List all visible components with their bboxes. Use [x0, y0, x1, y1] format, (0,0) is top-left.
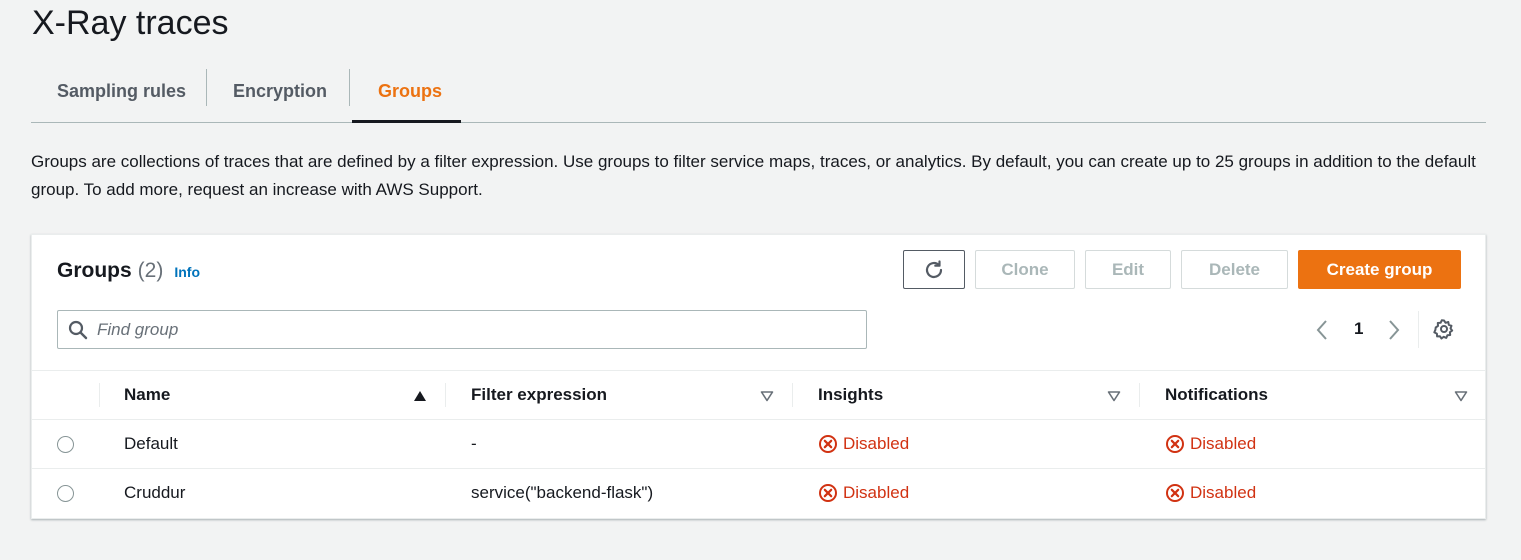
row-select-radio[interactable]: [57, 485, 74, 502]
column-header-name[interactable]: Name: [124, 371, 170, 419]
group-name: Cruddur: [124, 483, 186, 502]
edit-button[interactable]: Edit: [1085, 250, 1171, 289]
notifications-status: Disabled: [1165, 469, 1256, 517]
notifications-status-label: Disabled: [1190, 483, 1257, 502]
clone-button[interactable]: Clone: [975, 250, 1075, 289]
next-page-button[interactable]: [1387, 317, 1401, 343]
table-header: Name Filter expression Insights Notifica…: [32, 370, 1485, 420]
notifications-status-label: Disabled: [1190, 434, 1257, 453]
chevron-right-icon: [1389, 320, 1400, 340]
delete-button[interactable]: Delete: [1181, 250, 1288, 289]
table-row[interactable]: Cruddur service("backend-flask") Disable…: [32, 469, 1485, 518]
insights-status-label: Disabled: [843, 483, 910, 502]
create-group-button[interactable]: Create group: [1298, 250, 1461, 289]
tab-divider: [349, 69, 350, 106]
previous-page-button[interactable]: [1315, 317, 1329, 343]
filter-expression: -: [471, 434, 477, 453]
insights-status: Disabled: [818, 420, 909, 468]
column-divider: [1139, 383, 1140, 407]
refresh-button[interactable]: [903, 250, 965, 289]
groups-panel: Groups (2) Info Clone Edit Delete Create…: [31, 234, 1486, 519]
column-header-insights[interactable]: Insights: [818, 371, 883, 419]
gear-icon: [1433, 319, 1454, 340]
group-count: (2): [137, 259, 164, 282]
sort-ascending-icon[interactable]: [413, 390, 427, 402]
pagination-divider: [1418, 311, 1419, 348]
panel-header: Groups (2) Info: [57, 259, 200, 283]
search-box: [57, 310, 867, 349]
groups-description: Groups are collections of traces that ar…: [31, 152, 1476, 199]
sort-icon[interactable]: [1454, 390, 1468, 402]
column-header-notifications[interactable]: Notifications: [1165, 371, 1268, 419]
notifications-status: Disabled: [1165, 420, 1256, 468]
error-circle-icon: [1166, 484, 1184, 502]
sort-icon[interactable]: [1107, 390, 1121, 402]
error-circle-icon: [819, 435, 837, 453]
table-row[interactable]: Default - Disabled Disabled: [32, 420, 1485, 469]
row-select-radio[interactable]: [57, 436, 74, 453]
group-name: Default: [124, 434, 178, 453]
tab-encryption[interactable]: Encryption: [207, 60, 349, 122]
tab-groups[interactable]: Groups: [352, 60, 461, 123]
sort-icon[interactable]: [760, 390, 774, 402]
filter-expression: service("backend-flask"): [471, 483, 654, 502]
preferences-button[interactable]: [1433, 318, 1455, 345]
error-circle-icon: [819, 484, 837, 502]
column-divider: [99, 383, 100, 407]
panel-title: Groups: [57, 259, 132, 282]
refresh-icon: [925, 259, 943, 278]
tab-sampling-rules[interactable]: Sampling rules: [31, 60, 206, 122]
column-divider: [792, 383, 793, 407]
error-circle-icon: [1166, 435, 1184, 453]
current-page-number[interactable]: 1: [1354, 319, 1363, 339]
column-divider: [445, 383, 446, 407]
tab-bar: Sampling rules Encryption Groups: [31, 60, 1486, 123]
chevron-left-icon: [1316, 320, 1327, 340]
insights-status-label: Disabled: [843, 434, 910, 453]
column-header-filter-expression[interactable]: Filter expression: [471, 371, 607, 419]
search-icon: [68, 320, 88, 339]
page-title: X-Ray traces: [32, 4, 229, 42]
find-group-input[interactable]: [97, 319, 857, 340]
info-link[interactable]: Info: [174, 264, 200, 280]
insights-status: Disabled: [818, 469, 909, 517]
